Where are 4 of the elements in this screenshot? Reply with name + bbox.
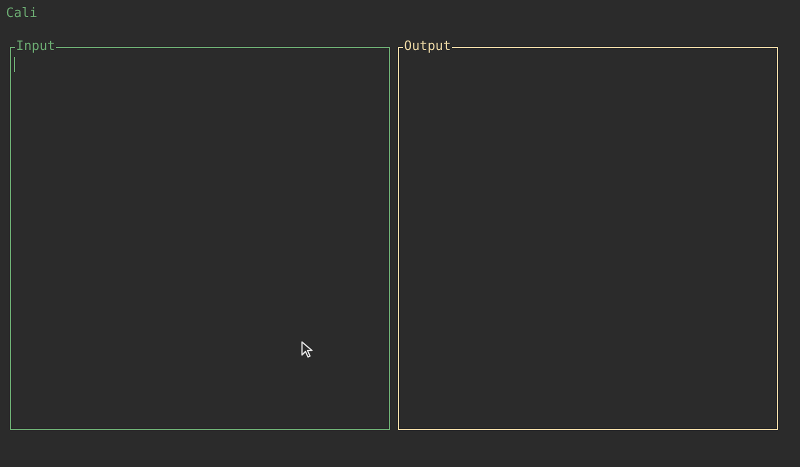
panel-title: Input bbox=[15, 39, 56, 55]
mouse-pointer-icon bbox=[301, 341, 315, 359]
panel-title: Output bbox=[403, 39, 452, 55]
app-title: Cali bbox=[6, 6, 38, 22]
